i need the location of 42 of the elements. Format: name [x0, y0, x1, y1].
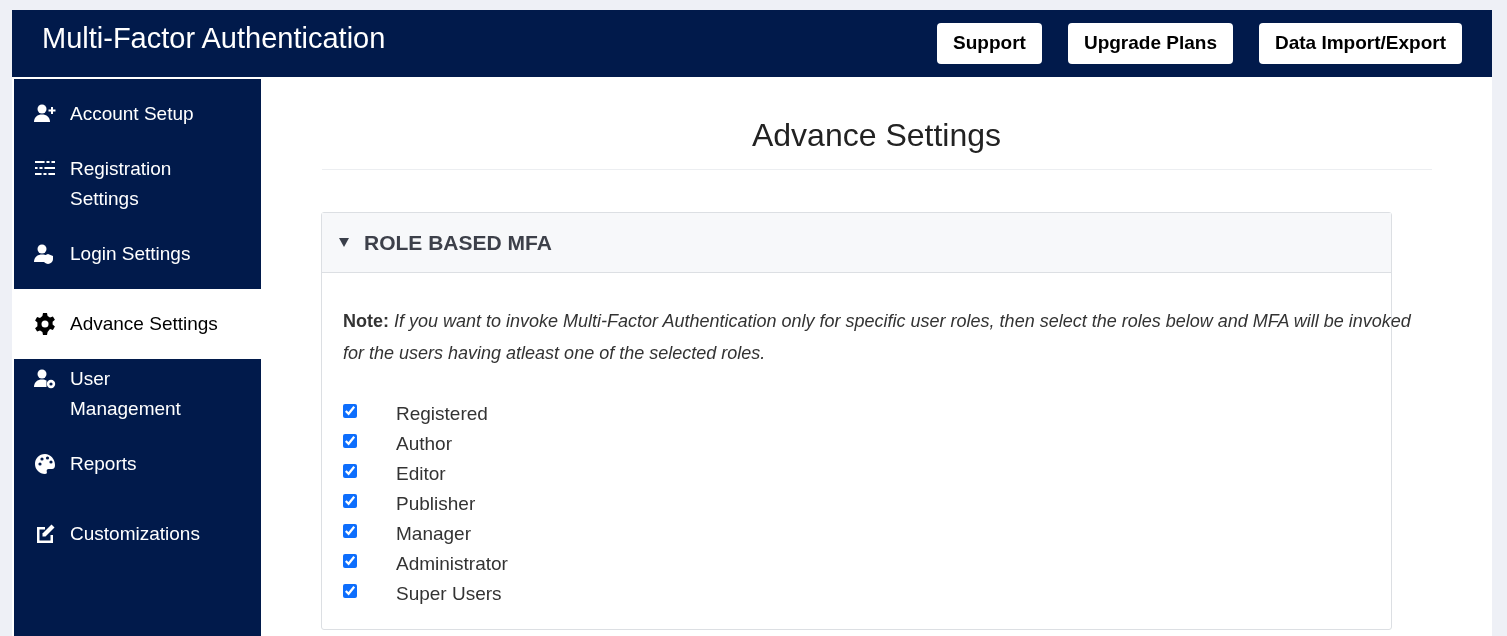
header-button[interactable]: Upgrade Plans: [1067, 23, 1233, 64]
role-checkbox[interactable]: [343, 554, 357, 568]
role-checkbox[interactable]: [343, 494, 357, 508]
sidebar-label: Login Settings: [70, 242, 192, 266]
sidebar-item[interactable]: Account Setup: [14, 79, 261, 149]
user-gear-icon: [34, 368, 56, 390]
sidebar-label: Advance Settings: [70, 312, 219, 336]
sidebar-item[interactable]: Advance Settings: [14, 289, 261, 359]
role-label: Author: [396, 431, 452, 456]
role-checkbox[interactable]: [343, 434, 357, 448]
app-title: Multi-Factor Authentication: [42, 20, 386, 56]
user-plus-icon: [34, 103, 56, 125]
role-label: Publisher: [396, 491, 476, 516]
gear-icon: [34, 313, 56, 335]
sidebar-item[interactable]: Registration Settings: [14, 149, 261, 219]
role-label: Super Users: [396, 581, 502, 606]
panel-header[interactable]: ROLE BASED MFA: [322, 213, 1391, 273]
sidebar-item[interactable]: Login Settings: [14, 219, 261, 289]
edit-icon: [34, 523, 56, 545]
sidebar-label: Customizations: [70, 522, 201, 546]
sidebar-item[interactable]: Customizations: [14, 499, 261, 569]
role-checkbox[interactable]: [343, 524, 357, 538]
role-checkbox[interactable]: [343, 404, 357, 418]
page-heading: Advance Settings: [751, 116, 1001, 155]
user-shield-icon: [34, 243, 56, 265]
role-checkbox[interactable]: [343, 464, 357, 478]
role-label: Administrator: [396, 551, 508, 576]
sidebar-label: Registration Settings: [70, 157, 173, 211]
sidebar-label: User Management: [70, 367, 182, 421]
sidebar-label: Account Setup: [70, 102, 195, 126]
panel-title: ROLE BASED MFA: [364, 229, 552, 256]
role-label: Registered: [396, 401, 488, 426]
role-checkbox[interactable]: [343, 584, 357, 598]
sidebar-item[interactable]: User Management: [14, 359, 261, 429]
note-text: Note: If you want to invoke Multi-Factor Authentication only for specific user roles, then select the roles below and MFA will be invoked for the users having atleast one of the selected roles.: [343, 310, 1412, 365]
palette-icon: [34, 453, 56, 475]
header-button[interactable]: Support: [937, 23, 1042, 64]
header-button[interactable]: Data Import/Export: [1258, 23, 1462, 64]
sidebar-item[interactable]: Reports: [14, 429, 261, 499]
sidebar-label: Reports: [70, 452, 138, 476]
role-label: Editor: [396, 461, 446, 486]
role-label: Manager: [396, 521, 471, 546]
